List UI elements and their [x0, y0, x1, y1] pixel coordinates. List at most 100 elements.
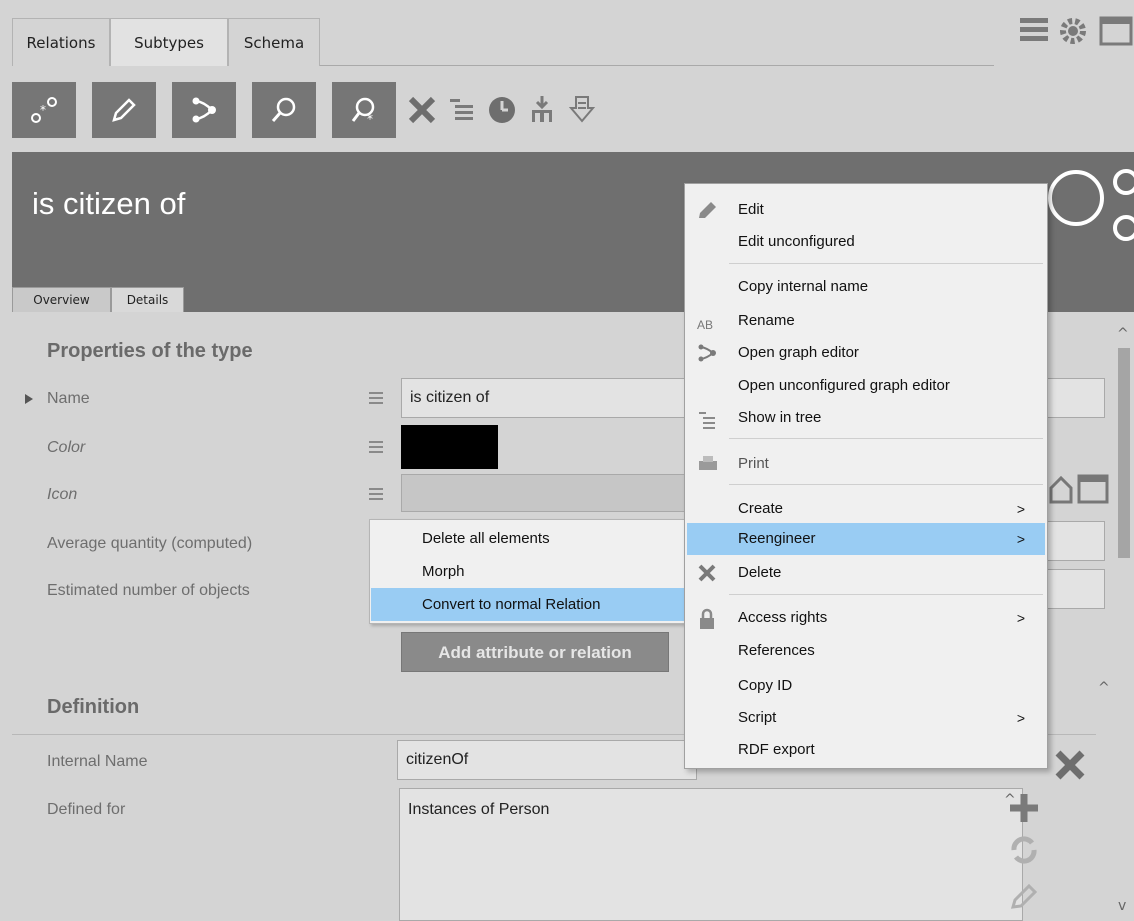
menu-item-open-graph-editor[interactable]: Open graph editor	[687, 337, 1045, 369]
menu-item-edit[interactable]: Edit	[687, 194, 1045, 226]
delete-icon	[698, 564, 716, 582]
menu-item-label: Print	[738, 455, 769, 472]
context-menu: Edit Edit unconfigured Copy internal nam…	[684, 183, 1048, 769]
menu-item-access-rights[interactable]: Access rights >	[687, 602, 1045, 634]
clock-icon[interactable]	[486, 94, 518, 126]
menu-item-copy-internal-name[interactable]: Copy internal name	[687, 271, 1045, 303]
edit-button[interactable]	[92, 82, 156, 138]
name-label: Name	[47, 390, 90, 407]
svg-text:*: *	[40, 103, 46, 117]
graph-editor-button[interactable]	[172, 82, 236, 138]
estimated-number-label: Estimated number of objects	[47, 582, 250, 599]
submenu-arrow-icon: >	[1016, 501, 1025, 517]
menu-item-references[interactable]: References	[687, 635, 1045, 667]
add-attribute-button[interactable]: Add attribute or relation	[401, 632, 669, 672]
defined-for-label: Defined for	[47, 801, 126, 818]
scroll-up-icon-2[interactable]: ^	[1098, 680, 1110, 696]
window-controls	[1018, 14, 1134, 50]
menu-item-print[interactable]: Print	[687, 448, 1045, 480]
menu-item-label: Script	[738, 709, 777, 726]
menu-item-label: Rename	[738, 312, 795, 329]
menu-item-label: Edit	[738, 201, 764, 218]
icon-label: Icon	[47, 486, 78, 503]
menu-item-label: Delete	[738, 564, 782, 581]
new-relation-button[interactable]: *	[12, 82, 76, 138]
internal-name-label: Internal Name	[47, 753, 148, 770]
definition-section-title: Definition	[47, 696, 140, 718]
scroll-down-icon[interactable]: v	[1118, 898, 1126, 914]
defined-for-field[interactable]: Instances of Person	[399, 788, 1023, 921]
properties-section-title: Properties of the type	[47, 340, 253, 362]
toolbar: * *	[12, 82, 712, 138]
menu-separator	[729, 263, 1043, 264]
menu-item-copy-id[interactable]: Copy ID	[687, 670, 1045, 702]
tab-subtypes[interactable]: Subtypes	[110, 18, 228, 66]
window-icon[interactable]	[1098, 14, 1134, 48]
menu-item-open-unconfigured-graph-editor[interactable]: Open unconfigured graph editor	[687, 370, 1045, 402]
advanced-search-button[interactable]: *	[332, 82, 396, 138]
tab-relations[interactable]: Relations	[12, 18, 110, 66]
color-label: Color	[47, 439, 86, 456]
menu-icon[interactable]	[1018, 14, 1052, 44]
menu-item-morph[interactable]: Morph	[371, 555, 684, 588]
nodes-star-icon: *	[31, 97, 57, 123]
pencil-icon	[699, 202, 716, 218]
tab-overview[interactable]: Overview	[12, 287, 111, 312]
refresh-icon[interactable]	[1008, 834, 1040, 866]
home-icon[interactable]	[1048, 472, 1074, 506]
menu-separator	[729, 594, 1043, 595]
scrollbar[interactable]: ^	[1112, 326, 1134, 700]
menu-item-script[interactable]: Script >	[687, 702, 1045, 734]
submenu-arrow-icon: >	[1016, 531, 1025, 547]
export-icon[interactable]	[566, 94, 598, 126]
menu-item-edit-unconfigured[interactable]: Edit unconfigured	[687, 226, 1045, 258]
tab-schema[interactable]: Schema	[228, 18, 320, 66]
menu-item-label: Access rights	[738, 609, 828, 626]
search-icon	[271, 97, 296, 122]
pencil-icon	[112, 98, 136, 122]
graph-icon	[192, 97, 216, 123]
menu-item-label: Reengineer	[738, 530, 816, 547]
menu-item-delete[interactable]: Delete	[687, 557, 1045, 589]
reengineer-submenu: Delete all elements Morph Convert to nor…	[369, 519, 686, 624]
icon-field[interactable]	[401, 474, 701, 512]
color-swatch[interactable]	[401, 425, 498, 469]
printer-icon	[699, 456, 717, 470]
menu-item-convert-to-normal-relation[interactable]: Convert to normal Relation	[371, 588, 684, 621]
tab-details[interactable]: Details	[111, 287, 184, 312]
tree-icon	[699, 412, 715, 429]
submenu-arrow-icon: >	[1016, 610, 1025, 626]
average-quantity-label: Average quantity (computed)	[47, 535, 253, 552]
menu-item-reengineer[interactable]: Reengineer >	[687, 523, 1045, 555]
internal-name-field[interactable]: citizenOf	[397, 740, 697, 780]
svg-text:*: *	[367, 112, 373, 124]
menu-item-rdf-export[interactable]: RDF export	[687, 734, 1045, 766]
menu-item-rename[interactable]: AB Rename	[687, 305, 1045, 337]
window-icon[interactable]	[1076, 472, 1110, 506]
add-icon[interactable]	[1006, 790, 1042, 826]
search-button[interactable]	[252, 82, 316, 138]
lock-icon	[700, 608, 714, 629]
color-menu-icon[interactable]	[369, 441, 383, 455]
tree-icon[interactable]	[446, 94, 478, 126]
expand-arrow-icon[interactable]	[24, 393, 34, 405]
icon-menu-icon[interactable]	[369, 488, 383, 502]
gear-icon[interactable]	[1056, 14, 1090, 48]
menu-separator	[729, 484, 1043, 485]
delete-icon[interactable]	[1052, 747, 1088, 783]
import-icon[interactable]	[526, 94, 558, 126]
close-icon[interactable]	[406, 94, 438, 126]
page-title: is citizen of	[32, 186, 186, 221]
search-star-icon: *	[351, 97, 375, 124]
menu-item-label: Open graph editor	[738, 344, 859, 361]
menu-item-label: Show in tree	[738, 409, 822, 426]
menu-item-show-in-tree[interactable]: Show in tree	[687, 402, 1045, 434]
scroll-thumb[interactable]	[1118, 348, 1130, 558]
name-field[interactable]: is citizen of	[401, 378, 701, 418]
pencil-icon[interactable]	[1008, 876, 1040, 912]
scroll-up-icon[interactable]: ^	[1117, 326, 1129, 342]
name-menu-icon[interactable]	[369, 392, 383, 406]
menu-item-delete-all-elements[interactable]: Delete all elements	[371, 522, 684, 555]
menu-item-create[interactable]: Create >	[687, 493, 1045, 525]
submenu-arrow-icon: >	[1016, 710, 1025, 726]
